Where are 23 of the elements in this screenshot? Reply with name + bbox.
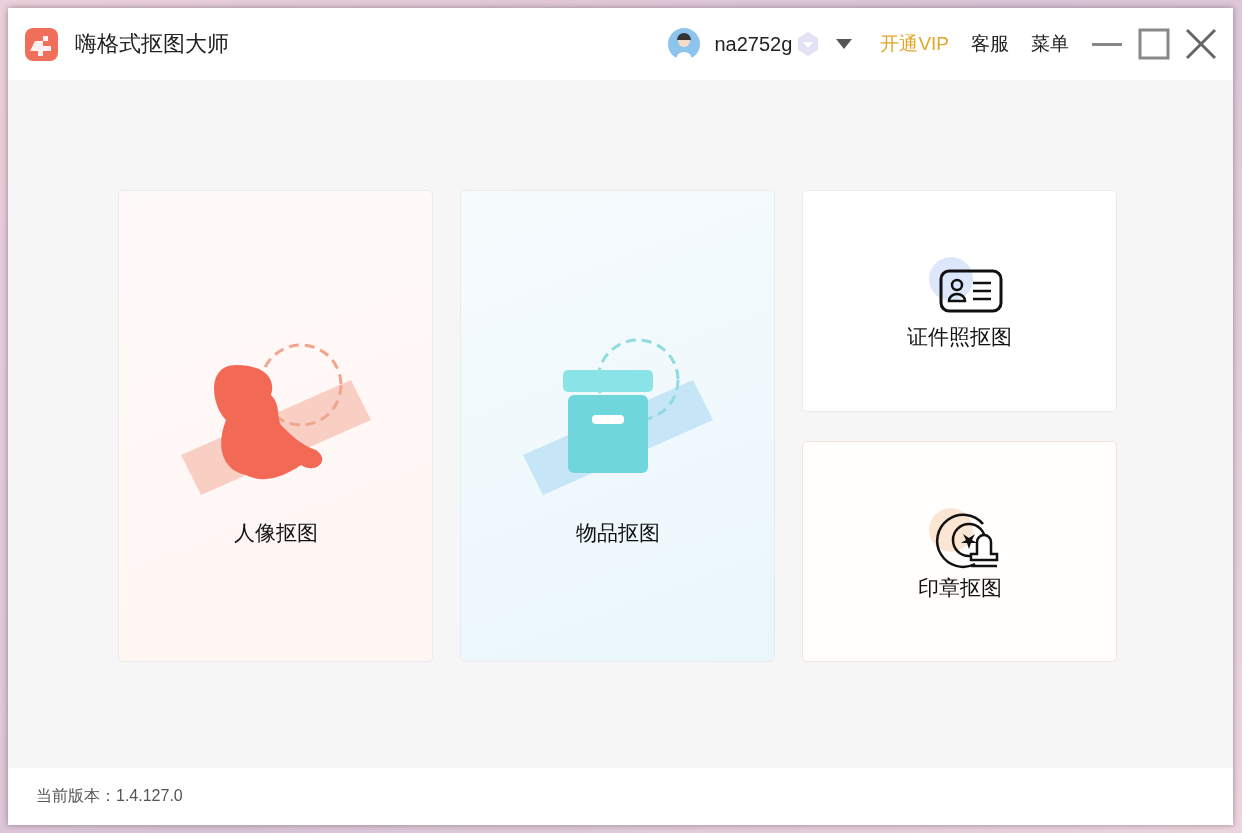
service-link[interactable]: 客服 xyxy=(971,31,1009,57)
card-label: 物品抠图 xyxy=(575,520,660,546)
app-logo-icon xyxy=(25,27,58,61)
caret-icon[interactable] xyxy=(836,39,853,49)
tool-card[interactable]: 物品抠图 xyxy=(460,190,775,662)
tool-card[interactable]: 印章抠图 xyxy=(802,441,1117,662)
menu-link[interactable]: 菜单 xyxy=(1031,31,1069,57)
stamp-icon xyxy=(928,507,998,568)
card-label: 印章抠图 xyxy=(917,574,1002,601)
close-icon xyxy=(1183,26,1219,62)
id-card-icon xyxy=(928,257,1002,313)
username: na2752g xyxy=(714,32,793,56)
minimize-icon xyxy=(1092,42,1122,46)
avatar-icon[interactable] xyxy=(667,28,700,60)
window-title: 嗨格式抠图大师 xyxy=(75,30,230,58)
maximize-button[interactable] xyxy=(1136,26,1172,62)
maximize-icon xyxy=(1136,26,1172,62)
version-text: 当前版本：1.4.127.0 xyxy=(36,786,183,806)
card-label: 人像抠图 xyxy=(233,520,318,546)
close-button[interactable] xyxy=(1183,26,1219,62)
tool-card[interactable]: 证件照抠图 xyxy=(802,190,1117,412)
card-label: 证件照抠图 xyxy=(907,324,1012,350)
tool-card[interactable]: 人像抠图 xyxy=(118,190,433,662)
